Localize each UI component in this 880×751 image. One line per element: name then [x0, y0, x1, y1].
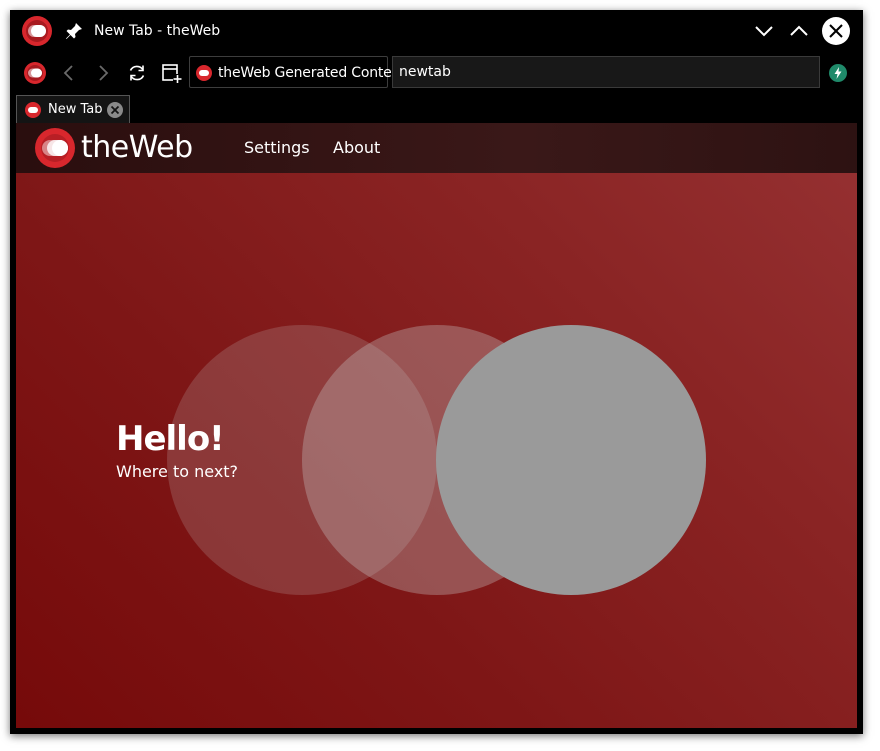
site-brand-title: theWeb [81, 130, 193, 165]
theweb-logo-icon [196, 65, 212, 81]
browser-window: New Tab - theWeb theWeb Generated Conten… [10, 10, 863, 734]
new-window-button[interactable] [160, 62, 182, 84]
pin-icon[interactable] [64, 21, 84, 41]
theweb-logo-icon [25, 102, 41, 118]
app-logo-icon[interactable] [22, 16, 52, 46]
tab-label: New Tab [48, 102, 103, 117]
lightning-icon [829, 64, 847, 82]
reload-button[interactable] [126, 62, 148, 84]
theweb-logo-icon [35, 128, 75, 168]
close-window-button[interactable] [822, 17, 850, 45]
greeting-heading: Hello! [116, 419, 225, 459]
maximize-button[interactable] [787, 19, 811, 43]
web-content: theWeb Settings About Hello! Where to ne… [16, 123, 857, 728]
chevron-down-icon [755, 26, 773, 37]
minimize-button[interactable] [752, 19, 776, 43]
tab-strip: New Tab [10, 94, 863, 124]
close-circle-icon [107, 102, 123, 118]
address-bar-input[interactable] [392, 56, 820, 88]
greeting-subtext: Where to next? [116, 462, 239, 481]
site-header: theWeb Settings About [16, 123, 857, 173]
window-title: New Tab - theWeb [94, 23, 221, 39]
tab-new-tab[interactable]: New Tab [16, 95, 130, 123]
close-icon [829, 24, 843, 38]
extension-button[interactable] [829, 64, 847, 82]
chevron-right-icon [99, 65, 109, 81]
page-info-label: theWeb Generated Content [218, 65, 406, 81]
page-info-button[interactable]: theWeb Generated Content [189, 56, 406, 88]
theweb-logo-icon [24, 62, 46, 84]
forward-button[interactable] [92, 62, 114, 84]
chevron-up-icon [790, 25, 808, 36]
title-bar[interactable]: New Tab - theWeb [10, 10, 863, 52]
back-button[interactable] [58, 62, 80, 84]
new-window-icon [162, 64, 182, 83]
toolbar: theWeb Generated Content [10, 54, 863, 92]
decorative-circle [436, 325, 706, 595]
theweb-menu-button[interactable] [24, 62, 46, 84]
nav-about-link[interactable]: About [333, 137, 380, 159]
nav-settings-link[interactable]: Settings [244, 137, 310, 159]
reload-icon [129, 65, 145, 81]
tab-close-button[interactable] [106, 101, 124, 119]
chevron-left-icon [63, 65, 73, 81]
